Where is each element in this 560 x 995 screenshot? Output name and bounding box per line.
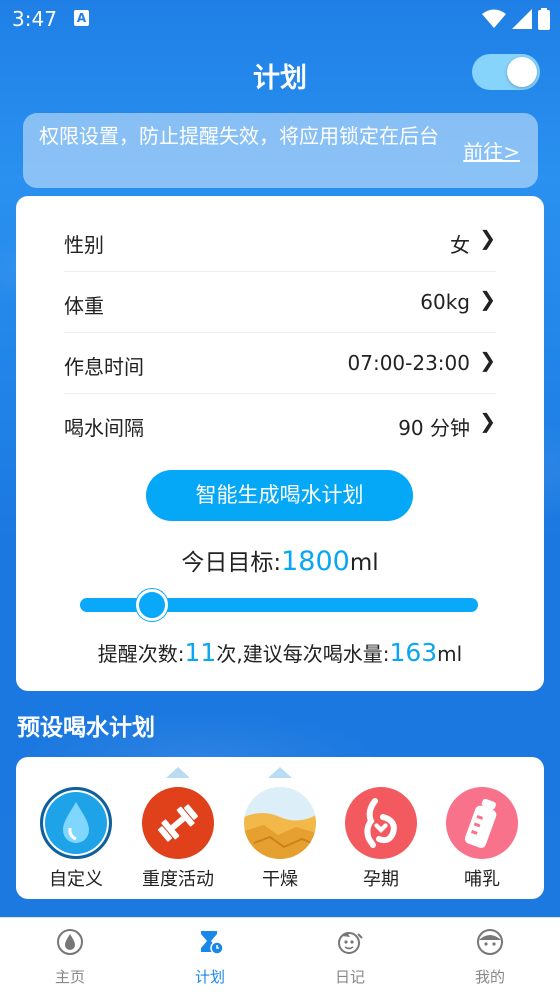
dumbbell-icon	[142, 787, 214, 859]
tab-plan[interactable]: 计划	[140, 918, 280, 995]
goal-unit: ml	[349, 550, 379, 576]
gender-row[interactable]: 性别 女 ❯	[64, 211, 496, 272]
daily-goal: 今日目标:1800ml	[16, 543, 544, 577]
schedule-value: 07:00-23:00	[347, 351, 471, 375]
hourglass-icon	[201, 931, 224, 955]
goal-value: 1800	[281, 546, 350, 577]
remind-count: 11	[184, 638, 217, 667]
generate-plan-button[interactable]: 智能生成喝水计划	[146, 470, 413, 521]
remind-amount: 163	[389, 638, 438, 667]
goal-slider-thumb[interactable]	[135, 589, 168, 621]
preset-label: 哺乳	[464, 869, 500, 890]
notification-icon: A	[74, 10, 89, 26]
interval-value: 90 分钟	[398, 416, 470, 440]
diary-icon	[338, 932, 363, 954]
permission-notice: 权限设置，防止提醒失效，将应用锁定在后台 前往>	[23, 113, 538, 188]
preset-label: 重度活动	[142, 869, 214, 890]
weight-label: 体重	[64, 294, 104, 318]
preset-label: 自定义	[49, 869, 103, 890]
chevron-right-icon: ❯	[479, 348, 496, 372]
desert-icon	[244, 787, 316, 859]
weight-row[interactable]: 体重 60kg ❯	[64, 272, 496, 333]
interval-row[interactable]: 喝水间隔 90 分钟 ❯	[64, 394, 496, 455]
gender-value: 女	[450, 233, 470, 257]
weight-value: 60kg	[420, 290, 470, 314]
remind-middle: 次,建议每次喝水量:	[216, 642, 390, 666]
tab-profile[interactable]: 我的	[420, 918, 560, 995]
reminder-summary: 提醒次数:11次,建议每次喝水量:163ml	[16, 638, 544, 667]
schedule-label: 作息时间	[64, 355, 144, 379]
toggle-knob	[507, 57, 537, 87]
water-drop-icon	[40, 787, 112, 859]
caret-up-icon	[268, 767, 292, 778]
tab-home[interactable]: 主页	[0, 918, 140, 995]
preset-breastfeeding[interactable]: 哺乳	[432, 757, 532, 899]
status-icons	[482, 8, 550, 30]
preset-section-title: 预设喝水计划	[17, 715, 155, 741]
tab-label: 我的	[474, 968, 505, 986]
gender-label: 性别	[64, 233, 104, 257]
interval-label: 喝水间隔	[64, 416, 144, 440]
tab-diary[interactable]: 日记	[280, 918, 420, 995]
signal-icon	[512, 9, 532, 29]
status-bar: 3:47 A	[0, 0, 560, 40]
preset-label: 孕期	[363, 869, 399, 890]
goal-prefix: 今日目标:	[181, 550, 282, 576]
plan-settings-card: 性别 女 ❯ 体重 60kg ❯ 作息时间 07:00-23:00 ❯ 喝水间隔…	[16, 196, 544, 691]
preset-dry[interactable]: 干燥	[230, 757, 330, 899]
wifi-icon	[482, 9, 506, 28]
caret-up-icon	[166, 767, 190, 778]
chevron-right-icon: ❯	[479, 409, 496, 433]
preset-heavy-activity[interactable]: 重度活动	[128, 757, 228, 899]
schedule-row[interactable]: 作息时间 07:00-23:00 ❯	[64, 333, 496, 394]
chevron-right-icon: ❯	[479, 226, 496, 250]
remind-prefix: 提醒次数:	[97, 642, 185, 666]
tab-label: 日记	[334, 968, 365, 986]
notice-text: 权限设置，防止提醒失效，将应用锁定在后台	[39, 124, 439, 148]
status-time: 3:47	[12, 7, 57, 31]
tab-label: 主页	[54, 968, 85, 986]
bottom-tab-bar: 主页 计划 日记 我的	[0, 917, 560, 995]
notice-go-link[interactable]: 前往>	[463, 136, 520, 165]
preset-custom[interactable]: 自定义	[26, 757, 126, 899]
chevron-right-icon: ❯	[479, 287, 496, 311]
preset-label: 干燥	[262, 869, 298, 890]
tab-label: 计划	[194, 968, 225, 986]
reminder-toggle[interactable]	[472, 54, 540, 90]
battery-icon	[538, 8, 550, 30]
preset-plans-card: 自定义 重度活动 干燥 孕期 哺乳	[16, 757, 544, 899]
pregnancy-icon	[345, 787, 417, 859]
title-bar: 计划	[0, 48, 560, 98]
profile-face-icon	[477, 929, 503, 955]
preset-pregnancy[interactable]: 孕期	[331, 757, 431, 899]
baby-bottle-icon	[446, 787, 518, 859]
home-drop-icon	[57, 929, 83, 955]
remind-unit: ml	[437, 642, 463, 666]
